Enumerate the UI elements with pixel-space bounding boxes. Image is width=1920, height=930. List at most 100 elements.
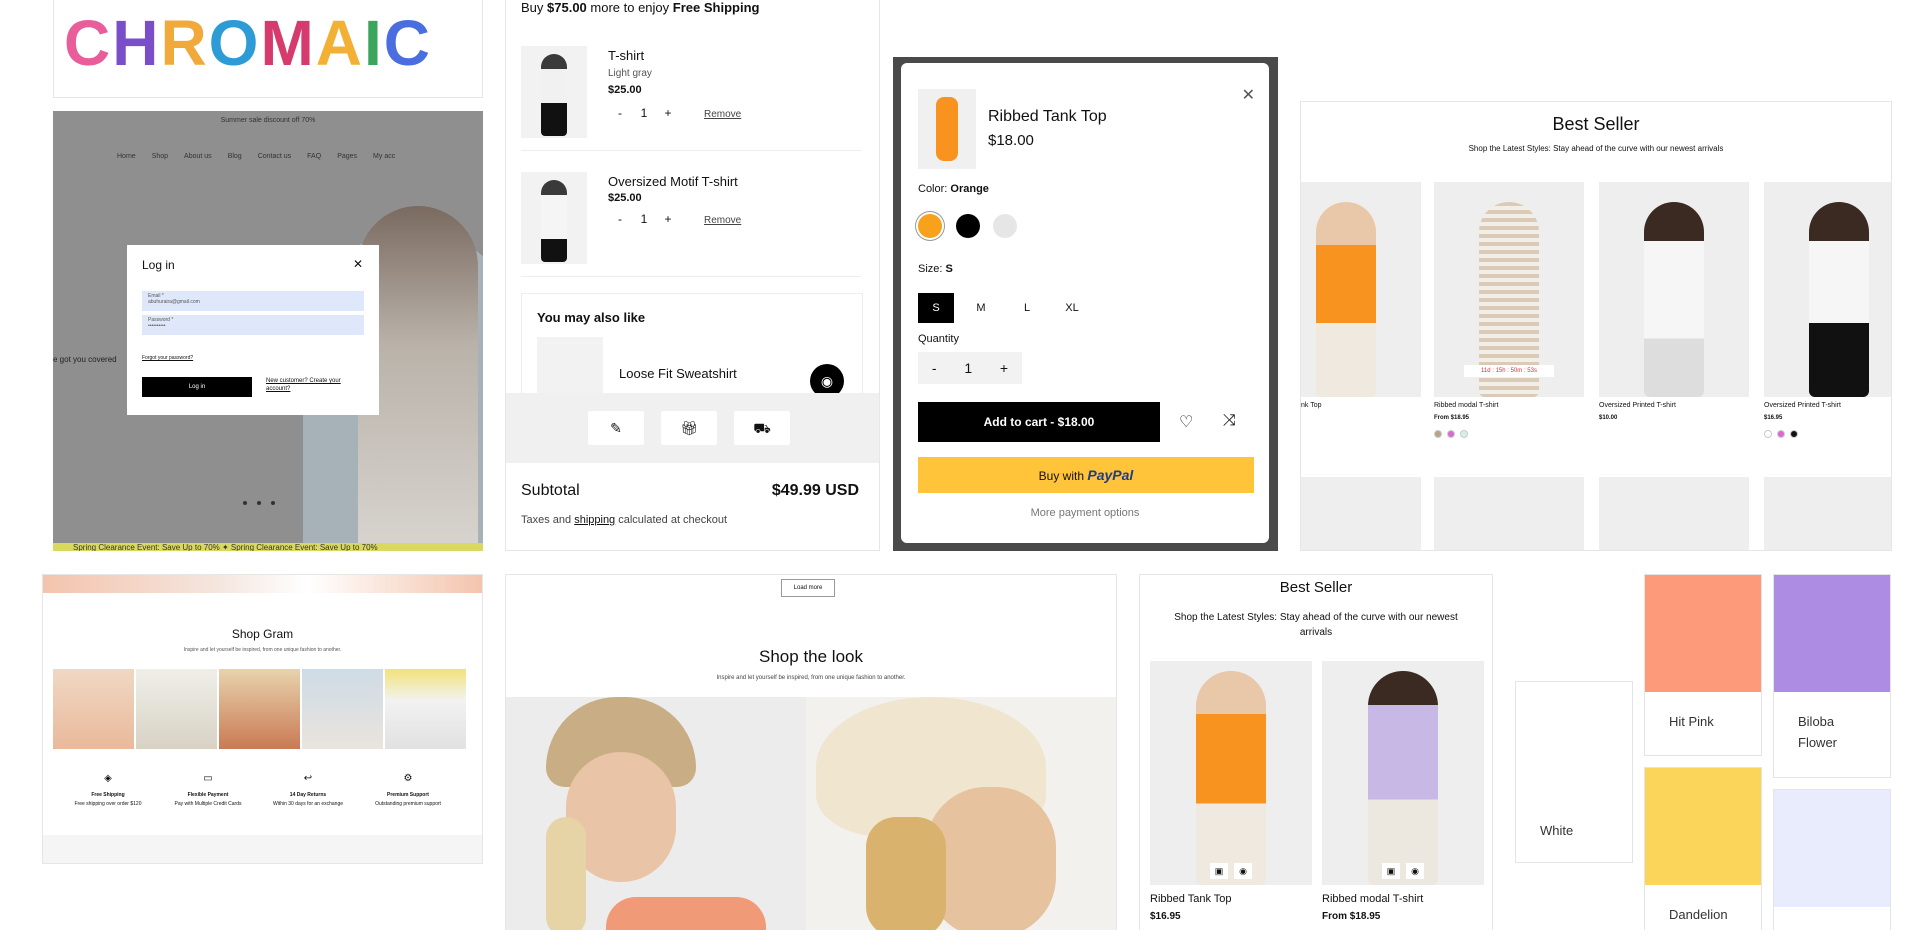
- password-field[interactable]: Password * ••••••••••: [142, 315, 364, 335]
- product-image[interactable]: [1599, 182, 1749, 397]
- qty-value[interactable]: 1: [632, 106, 656, 120]
- recommended-item-name[interactable]: Loose Fit Sweatshirt: [619, 366, 737, 381]
- product-thumbnail[interactable]: [521, 172, 587, 264]
- gram-image[interactable]: [219, 669, 300, 749]
- logo-card: CHROMAIC: [53, 0, 483, 98]
- brand-logo[interactable]: CHROMAIC: [64, 8, 432, 78]
- nav-item[interactable]: Shop: [152, 153, 168, 160]
- product-image[interactable]: [1764, 477, 1891, 550]
- feature-text: Outstanding premium support: [375, 801, 441, 807]
- color-label-text: Color:: [918, 183, 948, 195]
- size-option-m[interactable]: M: [963, 293, 999, 323]
- nav-item[interactable]: About us: [184, 153, 212, 160]
- color-swatches[interactable]: [1764, 430, 1798, 438]
- size-option-s[interactable]: S: [918, 293, 954, 323]
- product-image[interactable]: ▣ ◉: [1322, 661, 1484, 885]
- remove-link[interactable]: Remove: [704, 215, 741, 226]
- add-to-cart-button[interactable]: Add to cart - $18.00: [918, 402, 1160, 442]
- login-button[interactable]: Log in: [142, 377, 252, 397]
- note-icon[interactable]: ✎: [588, 411, 644, 445]
- color-swatches[interactable]: [1434, 430, 1468, 438]
- qty-plus-button[interactable]: +: [1000, 360, 1008, 376]
- qty-minus-button[interactable]: -: [932, 360, 937, 376]
- paypal-prefix: Buy with: [1038, 469, 1085, 483]
- shipping-link[interactable]: shipping: [574, 514, 615, 526]
- eye-icon[interactable]: ◉: [1406, 863, 1424, 879]
- bag-icon[interactable]: ▣: [1382, 863, 1400, 879]
- product-name[interactable]: Oversized Printed T-shirt: [1764, 402, 1841, 409]
- nav-item[interactable]: Pages: [337, 153, 357, 160]
- cart-toolbar: ✎ 🎁︎ ⛟: [506, 393, 879, 463]
- qty-minus-button[interactable]: -: [608, 106, 632, 120]
- close-icon[interactable]: ✕: [353, 257, 363, 271]
- gram-image[interactable]: [136, 669, 217, 749]
- product-title[interactable]: Ribbed Tank Top: [988, 108, 1107, 126]
- gift-icon[interactable]: 🎁︎: [661, 411, 717, 445]
- qty-plus-button[interactable]: +: [656, 212, 680, 226]
- product-name[interactable]: Ribbed modal T-shirt: [1434, 402, 1498, 409]
- item-name[interactable]: Oversized Motif T-shirt: [608, 174, 738, 189]
- subtotal-value: $49.99 USD: [771, 482, 859, 499]
- divider: [521, 276, 861, 277]
- color-swatch-white[interactable]: [993, 214, 1017, 238]
- paypal-button[interactable]: Buy with PayPal: [918, 457, 1254, 493]
- gram-image[interactable]: [53, 669, 134, 749]
- password-value: ••••••••••: [148, 323, 166, 329]
- gram-image[interactable]: [302, 669, 383, 749]
- product-name[interactable]: Ribbed modal T-shirt: [1322, 893, 1423, 905]
- create-account-link[interactable]: New customer? Create your account?: [266, 377, 356, 393]
- product-image[interactable]: [1301, 477, 1421, 550]
- bestseller-section: Best Seller Shop the Latest Styles: Stay…: [1300, 101, 1892, 551]
- product-name[interactable]: Ribbed Tank Top: [1150, 893, 1232, 905]
- item-name[interactable]: T-shirt: [608, 48, 644, 63]
- nav-item[interactable]: Home: [117, 153, 136, 160]
- nav-item[interactable]: FAQ: [307, 153, 321, 160]
- color-tile-lavender[interactable]: [1773, 789, 1891, 930]
- color-tile-hit-pink[interactable]: Hit Pink: [1644, 574, 1762, 756]
- qty-value[interactable]: 1: [964, 360, 972, 376]
- support-icon: ⚙: [403, 773, 413, 784]
- look-image-right[interactable]: [806, 697, 1116, 930]
- nav-item[interactable]: Blog: [228, 153, 242, 160]
- nav-item[interactable]: Contact us: [258, 153, 291, 160]
- product-image[interactable]: [1301, 182, 1421, 397]
- color-tile-biloba-flower[interactable]: Biloba Flower: [1773, 574, 1891, 778]
- section-subtitle: Shop the Latest Styles: Stay ahead of th…: [1468, 144, 1724, 153]
- color-tile-dandelion[interactable]: Dandelion: [1644, 767, 1762, 930]
- section-title: Best Seller: [1279, 579, 1353, 596]
- qty-value[interactable]: 1: [632, 212, 656, 226]
- size-option-xl[interactable]: XL: [1054, 293, 1090, 323]
- size-option-l[interactable]: L: [1009, 293, 1045, 323]
- product-name[interactable]: nk Top: [1301, 402, 1322, 409]
- slider-dots[interactable]: [243, 501, 275, 505]
- product-image[interactable]: 11d : 15h : 50m : 53s: [1434, 182, 1584, 397]
- email-field[interactable]: Email * abuhuraira@gmail.com: [142, 291, 364, 311]
- look-image-left[interactable]: [506, 697, 806, 930]
- more-payment-link[interactable]: More payment options: [901, 507, 1269, 519]
- nav-item[interactable]: My acc: [373, 153, 395, 160]
- product-image[interactable]: ▣ ◉: [1150, 661, 1312, 885]
- eye-icon[interactable]: ◉: [1234, 863, 1252, 879]
- logo-letter: I: [363, 7, 384, 79]
- compare-icon[interactable]: ⤨: [1223, 412, 1236, 430]
- gram-image[interactable]: [385, 669, 466, 749]
- product-thumbnail[interactable]: [537, 337, 603, 397]
- product-image[interactable]: [1764, 182, 1891, 397]
- color-swatch-orange[interactable]: [918, 214, 942, 238]
- truck-icon[interactable]: ⛟: [734, 411, 790, 445]
- product-name[interactable]: Oversized Printed T-shirt: [1599, 402, 1676, 409]
- product-image[interactable]: [1434, 477, 1584, 550]
- product-image[interactable]: [1599, 477, 1749, 550]
- forgot-password-link[interactable]: Forgot your password?: [142, 355, 193, 361]
- remove-link[interactable]: Remove: [704, 109, 741, 120]
- qty-minus-button[interactable]: -: [608, 212, 632, 226]
- color-tile-white[interactable]: White: [1515, 681, 1633, 863]
- color-tile-label: Hit Pink: [1669, 714, 1714, 729]
- bag-icon[interactable]: ▣: [1210, 863, 1228, 879]
- heart-icon[interactable]: ♡: [1179, 412, 1193, 432]
- qty-plus-button[interactable]: +: [656, 106, 680, 120]
- load-more-button[interactable]: Load more: [781, 579, 835, 597]
- product-thumbnail[interactable]: [521, 46, 587, 138]
- close-icon[interactable]: ✕: [1242, 85, 1255, 105]
- color-swatch-black[interactable]: [956, 214, 980, 238]
